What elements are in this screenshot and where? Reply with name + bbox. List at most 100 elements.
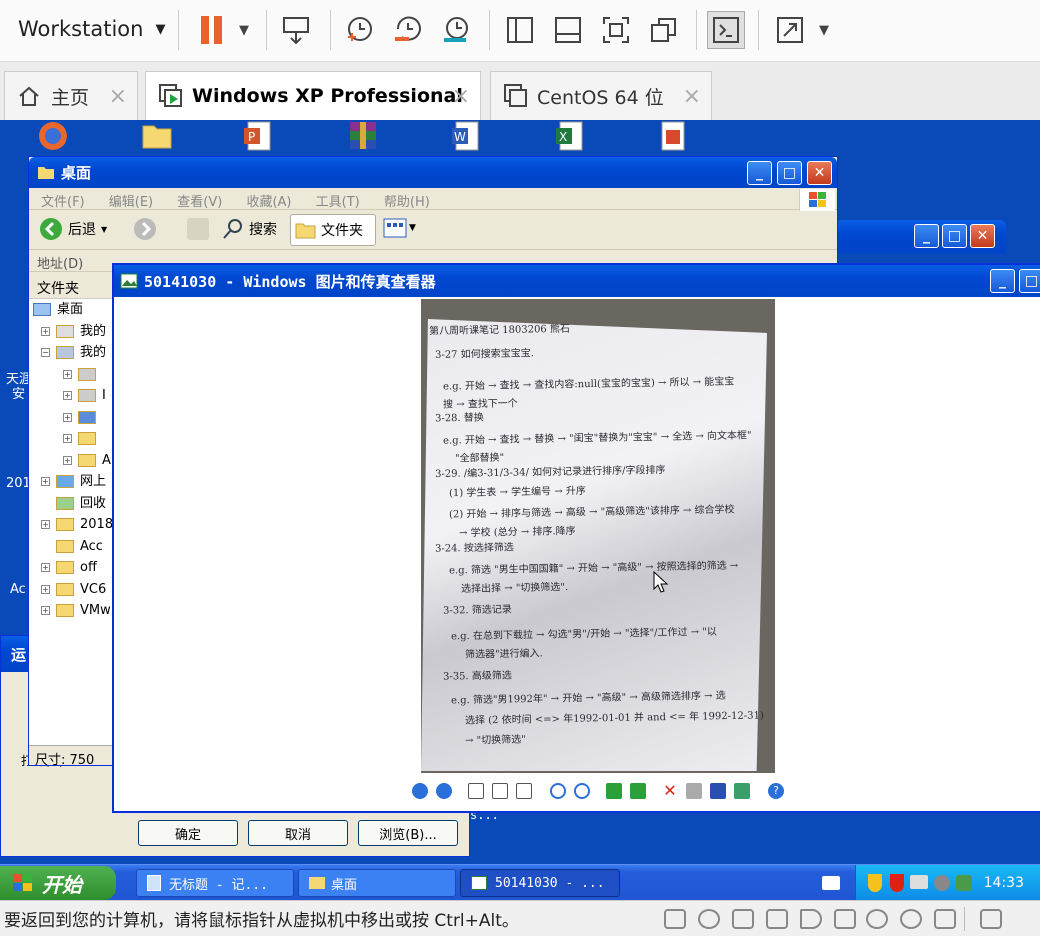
sidebar-icon[interactable] — [504, 14, 536, 46]
close-icon[interactable]: ✕ — [970, 224, 995, 248]
workstation-menu[interactable]: Workstation ▼ — [18, 17, 165, 41]
sound-icon[interactable] — [800, 909, 822, 929]
tab-windows-xp[interactable]: Windows XP Professional × — [145, 71, 481, 120]
archive-icon[interactable] — [656, 120, 692, 152]
maximize-icon[interactable]: □ — [777, 161, 802, 185]
maximize-icon[interactable]: □ — [942, 224, 967, 248]
tree-item[interactable]: + A — [33, 450, 112, 472]
minimize-icon[interactable]: _ — [990, 269, 1015, 293]
browse-button[interactable]: 浏览(B)... — [358, 820, 458, 846]
fullscreen-icon[interactable] — [600, 14, 632, 46]
close-icon[interactable]: × — [109, 84, 127, 109]
send-ctrl-alt-del-icon[interactable] — [280, 14, 312, 46]
winrar-icon[interactable] — [346, 120, 382, 152]
menu-tools[interactable]: 工具(T) — [316, 195, 360, 210]
vmware-tools-icon[interactable] — [910, 875, 928, 889]
keyboard-icon[interactable] — [822, 876, 840, 890]
excel-icon[interactable]: X — [554, 120, 590, 152]
next-image-icon[interactable] — [436, 783, 452, 799]
close-icon[interactable]: ✕ — [807, 161, 832, 185]
tree-item[interactable]: + — [33, 407, 112, 429]
background-window[interactable]: _ □ ✕ — [836, 220, 1006, 254]
pause-icon[interactable] — [196, 14, 228, 46]
cd-dvd-icon[interactable] — [698, 909, 720, 929]
zoom-in-icon[interactable] — [550, 783, 566, 799]
tab-home[interactable]: 主页 × — [4, 71, 138, 120]
menu-favorites[interactable]: 收藏(A) — [246, 195, 291, 210]
tree-item[interactable]: + VMw — [33, 600, 112, 622]
menu-view[interactable]: 查看(V) — [177, 195, 222, 210]
tree-item[interactable]: +2018 — [33, 514, 112, 536]
menu-edit[interactable]: 编辑(E) — [109, 195, 153, 210]
network-icon[interactable] — [956, 875, 972, 891]
tree-item[interactable]: + I — [33, 385, 112, 407]
snapshot-manager-icon[interactable] — [440, 14, 472, 46]
taskbar-item-notepad[interactable]: 无标题 - 记... — [136, 869, 294, 897]
start-button[interactable]: 开始 — [0, 866, 116, 900]
tree-item[interactable]: 回收 — [33, 493, 112, 515]
folders-button[interactable]: 文件夹 — [290, 214, 376, 246]
chevron-down-icon[interactable]: ▼ — [228, 14, 260, 46]
antivirus-icon[interactable] — [890, 874, 904, 892]
taskbar-item-viewer[interactable]: 50141030 - ... — [460, 869, 620, 897]
usb-icon[interactable] — [834, 909, 856, 929]
stretch-guest-icon[interactable] — [774, 14, 806, 46]
thumbnail-bar-icon[interactable] — [552, 14, 584, 46]
message-log-icon[interactable] — [980, 909, 1002, 929]
network-adapter-icon[interactable] — [732, 909, 754, 929]
volume-icon[interactable] — [934, 875, 950, 891]
revert-snapshot-icon[interactable] — [392, 14, 424, 46]
tree-item[interactable]: − 我的 — [33, 342, 112, 364]
unity-icon[interactable] — [648, 14, 680, 46]
zoom-out-icon[interactable] — [574, 783, 590, 799]
back-button[interactable]: 后退 ▼ — [39, 217, 107, 241]
actual-size-icon[interactable] — [492, 783, 508, 799]
hard-disk-icon[interactable] — [664, 909, 686, 929]
tree-item[interactable]: + — [33, 428, 112, 450]
security-shield-icon[interactable] — [868, 874, 882, 892]
word-icon[interactable]: W — [450, 120, 486, 152]
tree-item[interactable]: + 网上 — [33, 471, 112, 493]
tree-item[interactable]: + VC6 — [33, 579, 112, 601]
cd-icon[interactable] — [866, 909, 888, 929]
help-icon[interactable]: ? — [768, 783, 784, 799]
edit-icon[interactable] — [734, 783, 750, 799]
menu-file[interactable]: 文件(F) — [41, 195, 85, 210]
previous-image-icon[interactable] — [412, 783, 428, 799]
minimize-icon[interactable]: _ — [914, 224, 939, 248]
snapshot-icon[interactable] — [343, 14, 375, 46]
cancel-button[interactable]: 取消 — [248, 820, 348, 846]
forward-button[interactable] — [133, 217, 157, 245]
cd-icon[interactable] — [900, 909, 922, 929]
close-icon[interactable]: × — [452, 84, 470, 109]
tree-item[interactable]: + off — [33, 557, 112, 579]
console-view-icon[interactable] — [707, 11, 745, 49]
close-icon[interactable]: × — [683, 84, 701, 109]
maximize-icon[interactable]: □ — [1019, 269, 1040, 293]
tree-item[interactable]: + — [33, 364, 112, 386]
slideshow-icon[interactable] — [516, 783, 532, 799]
up-folder-icon[interactable] — [187, 218, 209, 240]
tab-centos[interactable]: CentOS 64 位 × — [490, 71, 712, 120]
views-button[interactable]: ▼ — [383, 218, 416, 238]
floppy-icon[interactable] — [934, 909, 956, 929]
folder-icon[interactable] — [140, 120, 176, 152]
ok-button[interactable]: 确定 — [138, 820, 238, 846]
rotate-clockwise-icon[interactable] — [606, 783, 622, 799]
powerpoint-icon[interactable]: P — [242, 120, 278, 152]
delete-icon[interactable]: ✕ — [662, 783, 678, 799]
menu-help[interactable]: 帮助(H) — [384, 195, 430, 210]
rotate-counterclockwise-icon[interactable] — [630, 783, 646, 799]
tree-item[interactable]: + 我的 — [33, 321, 112, 343]
firefox-icon[interactable] — [36, 120, 72, 152]
minimize-icon[interactable]: _ — [747, 161, 772, 185]
tree-item-desktop[interactable]: 桌面 — [33, 299, 112, 321]
save-icon[interactable] — [710, 783, 726, 799]
taskbar-item-desktop[interactable]: 桌面 — [298, 869, 456, 897]
tree-item[interactable]: Acc — [33, 536, 112, 558]
print-icon[interactable] — [686, 783, 702, 799]
best-fit-icon[interactable] — [468, 783, 484, 799]
search-button[interactable]: 搜索 — [221, 217, 277, 241]
printer-icon[interactable] — [766, 909, 788, 929]
chevron-down-icon[interactable]: ▼ — [808, 14, 840, 46]
